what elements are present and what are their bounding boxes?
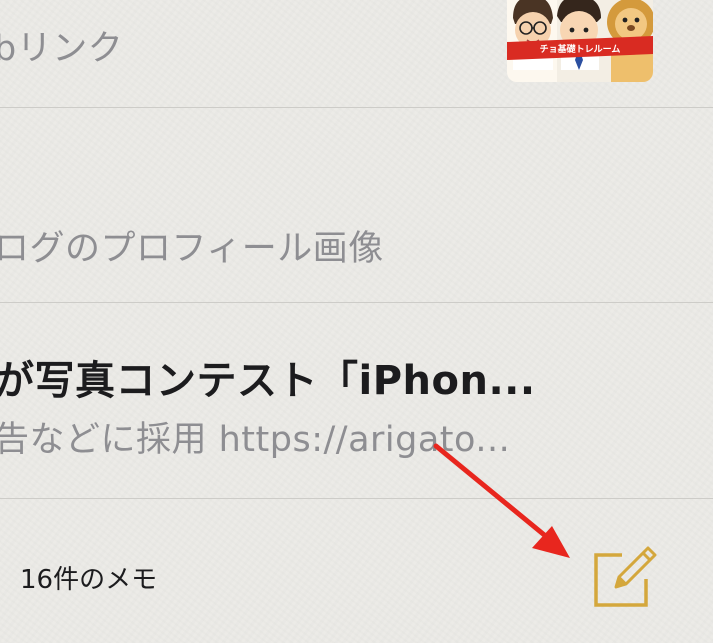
note-count-label: 16件のメモ (20, 565, 158, 595)
note-subtitle: ログのプロフィール画像 (0, 229, 384, 269)
note-row[interactable]: が写真コンテスト「iPhon... 告などに採用 https://arigato… (0, 303, 713, 498)
note-title: が写真コンテスト「iPhon... (0, 358, 536, 404)
bottom-toolbar: 16件のメモ (0, 499, 713, 643)
compose-button[interactable] (588, 537, 664, 613)
note-thumbnail: チョ基礎トレルーム (507, 0, 653, 82)
note-row[interactable]: ログのプロフィール画像 (0, 108, 713, 302)
compose-icon (594, 546, 657, 607)
notes-list: bリンク チョ基礎トレルーム ログのプロフィール画像 が写真コンテスト「iPho… (0, 0, 713, 499)
note-subtitle: bリンク (0, 29, 124, 69)
note-row[interactable]: bリンク チョ基礎トレルーム (0, 0, 713, 107)
note-subtitle: 告などに採用 https://arigato... (0, 420, 511, 460)
thumbnail-banner-text: チョ基礎トレルーム (540, 43, 621, 55)
